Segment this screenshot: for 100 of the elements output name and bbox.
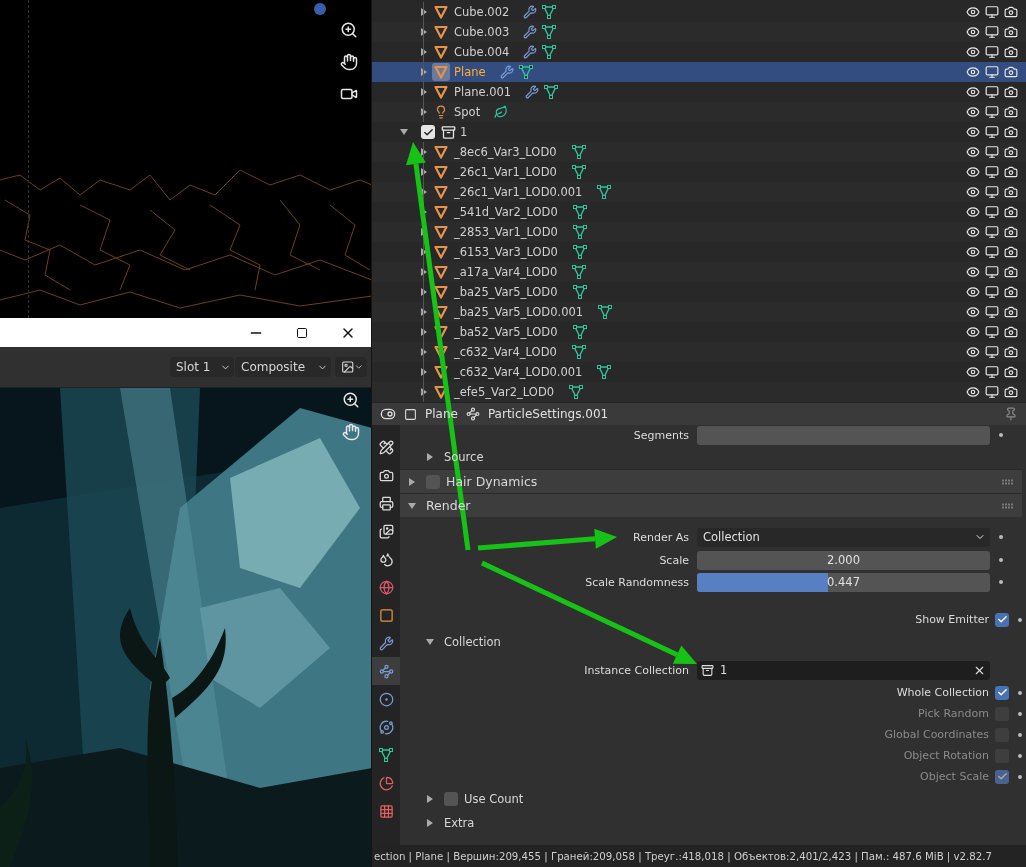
- expand-arrow-icon[interactable]: [420, 308, 428, 316]
- monitor-icon[interactable]: [985, 365, 999, 379]
- eye-icon[interactable]: [966, 185, 980, 199]
- camera-icon[interactable]: [1004, 105, 1018, 119]
- globe-icon[interactable]: [378, 579, 394, 595]
- checkbox[interactable]: [444, 792, 458, 806]
- eye-icon[interactable]: [966, 345, 980, 359]
- collapse-arrow-icon[interactable]: [426, 638, 434, 646]
- monitor-icon[interactable]: [985, 245, 999, 259]
- droplets-icon[interactable]: [378, 551, 394, 567]
- checkbox[interactable]: [995, 612, 1009, 627]
- expand-arrow-icon[interactable]: [420, 248, 428, 256]
- expand-arrow-icon[interactable]: [420, 148, 428, 156]
- drag-handle-icon[interactable]: [1002, 502, 1014, 509]
- camera-icon[interactable]: [1004, 205, 1018, 219]
- expand-arrow-icon[interactable]: [420, 368, 428, 376]
- physics-icon[interactable]: [378, 691, 394, 707]
- collection-field[interactable]: 1: [697, 660, 990, 680]
- keyframe-dot[interactable]: [1018, 617, 1022, 622]
- keyframe-dot[interactable]: [999, 433, 1003, 437]
- monitor-icon[interactable]: [985, 285, 999, 299]
- monitor-icon[interactable]: [985, 65, 999, 79]
- wrench-icon[interactable]: [499, 65, 514, 79]
- number-field[interactable]: [697, 425, 990, 445]
- collapse-arrow-icon[interactable]: [400, 128, 408, 136]
- images-icon[interactable]: [378, 523, 394, 539]
- expand-arrow-icon[interactable]: [420, 28, 428, 36]
- expand-arrow-icon[interactable]: [420, 168, 428, 176]
- expand-arrow-icon[interactable]: [426, 795, 434, 803]
- eye-icon[interactable]: [966, 145, 980, 159]
- monitor-icon[interactable]: [985, 225, 999, 239]
- eye-icon[interactable]: [966, 125, 980, 139]
- eye-icon[interactable]: [966, 85, 980, 99]
- camera-icon[interactable]: [1004, 25, 1018, 39]
- eye-icon[interactable]: [966, 365, 980, 379]
- camera-icon[interactable]: [1004, 385, 1018, 399]
- monitor-icon[interactable]: [985, 185, 999, 199]
- editor-type-icon[interactable]: [380, 406, 396, 422]
- eye-icon[interactable]: [966, 105, 980, 119]
- subpanel-header[interactable]: Use Count: [400, 787, 1022, 811]
- expand-arrow-icon[interactable]: [420, 48, 428, 56]
- eye-icon[interactable]: [966, 165, 980, 179]
- camera-icon[interactable]: [1004, 65, 1018, 79]
- camera-icon[interactable]: [378, 467, 394, 483]
- constraint-icon[interactable]: [378, 719, 394, 735]
- navigation-gizmo-dot[interactable]: [314, 3, 326, 15]
- eye-icon[interactable]: [966, 265, 980, 279]
- camera-icon[interactable]: [1004, 45, 1018, 59]
- expand-arrow-icon[interactable]: [420, 188, 428, 196]
- monitor-icon[interactable]: [985, 85, 999, 99]
- subpanel-header[interactable]: Collection: [400, 630, 1022, 654]
- square-icon[interactable]: [378, 607, 394, 623]
- monitor-icon[interactable]: [985, 45, 999, 59]
- camera-icon[interactable]: [1004, 325, 1018, 339]
- eye-icon[interactable]: [966, 225, 980, 239]
- particles-icon[interactable]: [378, 663, 394, 679]
- checkbox[interactable]: [421, 125, 435, 139]
- eye-icon[interactable]: [966, 385, 980, 399]
- keyframe-dot[interactable]: [999, 580, 1003, 584]
- checkbox[interactable]: [995, 685, 1009, 700]
- camera-icon[interactable]: [1004, 5, 1018, 19]
- outliner-row[interactable]: Plane: [372, 62, 1026, 82]
- expand-arrow-icon[interactable]: [420, 108, 428, 116]
- display-mode-dropdown[interactable]: [335, 357, 367, 377]
- expand-arrow-icon[interactable]: [420, 88, 428, 96]
- eye-icon[interactable]: [966, 245, 980, 259]
- keyframe-dot[interactable]: [1018, 690, 1022, 695]
- keyframe-dot[interactable]: [999, 535, 1003, 539]
- monitor-icon[interactable]: [985, 125, 999, 139]
- pass-dropdown[interactable]: Composite: [235, 357, 331, 377]
- pin-icon[interactable]: [1004, 407, 1018, 421]
- camera-icon[interactable]: [1004, 185, 1018, 199]
- expand-arrow-icon[interactable]: [420, 348, 428, 356]
- camera-icon[interactable]: [1004, 305, 1018, 319]
- monitor-icon[interactable]: [985, 5, 999, 19]
- keyframe-dot[interactable]: [1018, 753, 1022, 758]
- slot-dropdown[interactable]: Slot 1: [170, 357, 234, 377]
- eye-icon[interactable]: [966, 25, 980, 39]
- wrench-icon[interactable]: [523, 25, 538, 39]
- camera-icon[interactable]: [1004, 345, 1018, 359]
- eye-icon[interactable]: [966, 325, 980, 339]
- camera-icon[interactable]: [1004, 365, 1018, 379]
- drag-handle-icon[interactable]: [1002, 478, 1014, 485]
- expand-arrow-icon[interactable]: [420, 268, 428, 276]
- monitor-icon[interactable]: [985, 165, 999, 179]
- render-as-dropdown[interactable]: Collection: [697, 527, 990, 547]
- wrench-icon[interactable]: [378, 635, 394, 651]
- camera-icon[interactable]: [1004, 125, 1018, 139]
- camera-icon[interactable]: [1004, 245, 1018, 259]
- leaf-icon[interactable]: [494, 105, 509, 119]
- monitor-icon[interactable]: [985, 205, 999, 219]
- eye-icon[interactable]: [966, 205, 980, 219]
- subpanel-header[interactable]: Extra: [400, 811, 1022, 835]
- tool-icon[interactable]: [378, 439, 394, 455]
- eye-icon[interactable]: [966, 305, 980, 319]
- number-field[interactable]: 2.000: [697, 550, 990, 570]
- expand-arrow-icon[interactable]: [420, 68, 428, 76]
- camera-icon[interactable]: [1004, 225, 1018, 239]
- monitor-icon[interactable]: [985, 25, 999, 39]
- wrench-icon[interactable]: [523, 45, 538, 59]
